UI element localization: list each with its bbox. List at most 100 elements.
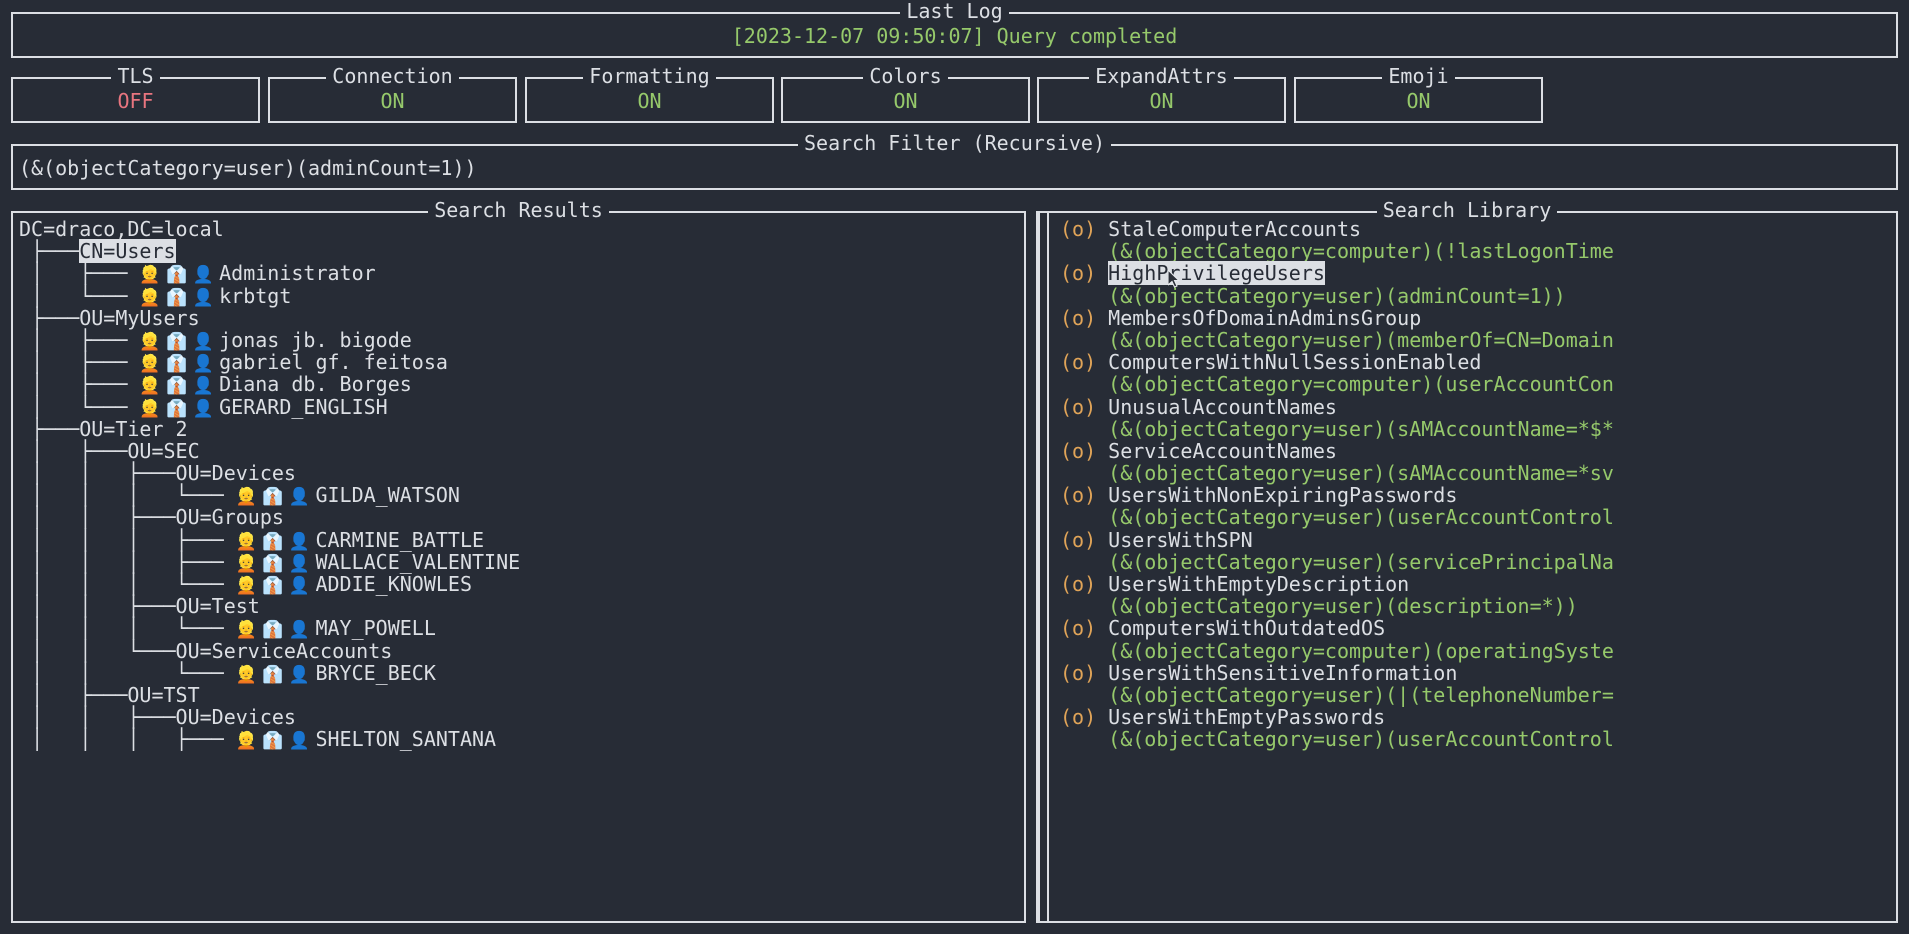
tree-row[interactable]: │ └─── 👱 👔 👤 krbtgt	[19, 284, 1018, 308]
tree-branch-glyph: │ │ └───	[19, 638, 176, 663]
tree-row[interactable]: │ ├─── 👱 👔 👤 jonas jb. bigode	[19, 328, 1018, 352]
library-entry[interactable]: (o) MembersOfDomainAdminsGroup	[1060, 307, 1892, 329]
toggle-colors[interactable]: Colors ON	[781, 64, 1030, 123]
user-object-icon: 👱 👔 👤	[235, 487, 316, 508]
tree-node-label[interactable]: OU=SEC	[127, 439, 199, 463]
tree-node-label[interactable]: SHELTON_SANTANA	[315, 727, 496, 751]
search-library-panel[interactable]: Search Library (o) StaleComputerAccounts…	[1036, 198, 1898, 923]
tree-branch-glyph: │ │ │ └───	[19, 572, 236, 596]
tree-node-label[interactable]: CARMINE_BATTLE	[315, 528, 484, 552]
library-entry-name[interactable]: ComputersWithNullSessionEnabled	[1108, 350, 1481, 374]
library-entry[interactable]: (o) UsersWithSPN	[1060, 529, 1892, 551]
tree-row[interactable]: │ │ │ ├─── 👱 👔 👤 SHELTON_SANTANA	[19, 727, 1018, 751]
library-entry-name[interactable]: UsersWithEmptyDescription	[1108, 572, 1409, 596]
library-bullet-icon: (o)	[1060, 483, 1109, 508]
library-entry-name[interactable]: UsersWithSensitiveInformation	[1108, 661, 1457, 685]
tree-row[interactable]: │ │ │ ├─── 👱 👔 👤 WALLACE_VALENTINE	[19, 549, 1018, 574]
library-entry[interactable]: (o) UnusualAccountNames	[1060, 395, 1892, 419]
tree-row[interactable]: │ │ ├───OU=Groups	[19, 506, 1018, 528]
tree-branch-glyph: │ │ │ ├───	[19, 549, 236, 574]
tree-node-label[interactable]: OU=Test	[176, 594, 260, 618]
library-entry-name[interactable]: ComputersWithOutdatedOS	[1108, 616, 1385, 640]
library-entry[interactable]: (o) ServiceAccountNames	[1060, 440, 1892, 462]
tree-row[interactable]: │ │ └─── 👱 👔 👤 BRYCE_BECK	[19, 661, 1018, 685]
tree-node-label[interactable]: CN=Users	[79, 239, 176, 264]
tree-node-label[interactable]: OU=ServiceAccounts	[176, 639, 393, 663]
tree-node-label[interactable]: BRYCE_BECK	[315, 661, 435, 685]
tree-row[interactable]: │ ├─── 👱 👔 👤 Administrator	[19, 261, 1018, 285]
tree-row[interactable]: │ ├───OU=SEC	[19, 440, 1018, 462]
tree-row[interactable]: │ │ │ └─── 👱 👔 👤 GILDA_WATSON	[19, 483, 1018, 508]
tree-node-label[interactable]: OU=Devices	[176, 461, 296, 485]
library-entry[interactable]: (o) HighPrivilegeUsers	[1060, 261, 1892, 286]
tree-node-label[interactable]: GERARD_ENGLISH	[219, 395, 388, 419]
tree-row[interactable]: │ └─── 👱 👔 👤 GERARD_ENGLISH	[19, 395, 1018, 419]
toggle-connection[interactable]: Connection ON	[268, 64, 517, 123]
toggle-expandattrs[interactable]: ExpandAttrs ON	[1037, 64, 1286, 123]
search-results-tree[interactable]: DC=draco,DC=local ├───CN=Users │ ├─── 👱 …	[13, 213, 1024, 921]
tree-node-label[interactable]: Administrator	[219, 261, 376, 285]
tree-row[interactable]: │ │ │ ├─── 👱 👔 👤 CARMINE_BATTLE	[19, 528, 1018, 552]
library-entry[interactable]: (o) UsersWithNonExpiringPasswords	[1060, 484, 1892, 506]
library-entry-name[interactable]: UsersWithNonExpiringPasswords	[1108, 483, 1457, 507]
library-entry-filter-row: (&(objectCategory=user)(userAccountContr…	[1060, 728, 1892, 750]
library-entry-name[interactable]: MembersOfDomainAdminsGroup	[1108, 306, 1421, 330]
library-scrollbar[interactable]	[1038, 213, 1040, 921]
tree-node-label[interactable]: krbtgt	[219, 284, 291, 308]
tree-node-label[interactable]: OU=Devices	[176, 705, 296, 729]
tree-row[interactable]: ├───CN=Users	[19, 239, 1018, 264]
library-entry-name[interactable]: UnusualAccountNames	[1108, 395, 1337, 419]
library-entry[interactable]: (o) ComputersWithOutdatedOS	[1060, 617, 1892, 639]
tree-node-label[interactable]: GILDA_WATSON	[315, 483, 460, 507]
tree-branch-glyph: │ │ ├───	[19, 461, 176, 486]
tree-node-label[interactable]: MAY_POWELL	[315, 616, 435, 640]
search-filter-body[interactable]: (&(objectCategory=user)(adminCount=1))	[13, 146, 1896, 188]
tree-row[interactable]: ├───OU=Tier 2	[19, 418, 1018, 440]
library-entries: (o) StaleComputerAccounts (&(objectCateg…	[1044, 218, 1892, 751]
library-entry-name[interactable]: UsersWithSPN	[1108, 528, 1253, 552]
tree-node-label[interactable]: ADDIE_KNOWLES	[315, 572, 472, 596]
tree-node-label[interactable]: OU=MyUsers	[79, 306, 199, 330]
tree-node-label[interactable]: OU=Groups	[176, 505, 284, 529]
tree-row[interactable]: ├───OU=MyUsers	[19, 307, 1018, 329]
tree-node-label[interactable]: Diana db. Borges	[219, 372, 412, 396]
tree-row[interactable]: │ │ └───OU=ServiceAccounts	[19, 638, 1018, 663]
tree-node-label[interactable]: WALLACE_VALENTINE	[315, 550, 520, 574]
tree-branch-glyph: │ │ ├───	[19, 505, 176, 530]
tree-row[interactable]: │ │ ├───OU=Devices	[19, 462, 1018, 484]
tree-row[interactable]: │ │ ├───OU=Test	[19, 595, 1018, 617]
tree-row[interactable]: │ ├─── 👱 👔 👤 gabriel gf. feitosa	[19, 350, 1018, 374]
tree-node-label[interactable]: OU=TST	[127, 683, 199, 707]
toggle-emoji[interactable]: Emoji ON	[1294, 64, 1543, 123]
tree-node-label[interactable]: jonas jb. bigode	[219, 328, 412, 352]
toggle-tls[interactable]: TLS OFF	[11, 64, 260, 123]
library-entry[interactable]: (o) UsersWithSensitiveInformation	[1060, 662, 1892, 684]
library-entry-name[interactable]: UsersWithEmptyPasswords	[1108, 705, 1385, 729]
library-entry[interactable]: (o) UsersWithEmptyPasswords	[1060, 706, 1892, 728]
tree-row[interactable]: │ ├───OU=TST	[19, 684, 1018, 706]
tree-node-label[interactable]: gabriel gf. feitosa	[219, 350, 448, 374]
toggle-formatting[interactable]: Formatting ON	[525, 64, 774, 123]
search-filter-input[interactable]: (&(objectCategory=user)(adminCount=1))	[19, 157, 477, 179]
tree-node-label[interactable]: OU=Tier 2	[79, 417, 187, 441]
tree-row[interactable]: DC=draco,DC=local	[19, 218, 1018, 240]
library-entry[interactable]: (o) ComputersWithNullSessionEnabled	[1060, 351, 1892, 373]
search-library-list[interactable]: (o) StaleComputerAccounts (&(objectCateg…	[1038, 213, 1896, 921]
tree-row[interactable]: │ ├─── 👱 👔 👤 Diana db. Borges	[19, 372, 1018, 396]
tree-row[interactable]: │ │ ├───OU=Devices	[19, 706, 1018, 728]
library-entry-name[interactable]: StaleComputerAccounts	[1108, 217, 1361, 241]
toggle-expandattrs-value: ON	[1149, 89, 1174, 113]
search-results-panel[interactable]: Search Results DC=draco,DC=local ├───CN=…	[11, 198, 1026, 923]
tree-branch-glyph: │ │ ├───	[19, 705, 176, 730]
toggle-colors-value: ON	[893, 89, 918, 113]
tree-branch-glyph: │ │ │ └───	[19, 616, 236, 641]
library-entry-filter-row: (&(objectCategory=user)(userAccountContr…	[1060, 506, 1892, 528]
tree-row[interactable]: │ │ │ └─── 👱 👔 👤 ADDIE_KNOWLES	[19, 572, 1018, 596]
library-entry-filter: (&(objectCategory=computer)(!lastLogonTi…	[1060, 239, 1614, 264]
tree-row[interactable]: │ │ │ └─── 👱 👔 👤 MAY_POWELL	[19, 616, 1018, 641]
library-entry[interactable]: (o) UsersWithEmptyDescription	[1060, 573, 1892, 595]
library-entry-name[interactable]: HighPrivilegeUsers	[1108, 261, 1325, 286]
library-entry-name[interactable]: ServiceAccountNames	[1108, 439, 1337, 463]
search-filter-panel[interactable]: Search Filter (Recursive) (&(objectCateg…	[11, 131, 1898, 190]
library-entry[interactable]: (o) StaleComputerAccounts	[1060, 218, 1892, 240]
